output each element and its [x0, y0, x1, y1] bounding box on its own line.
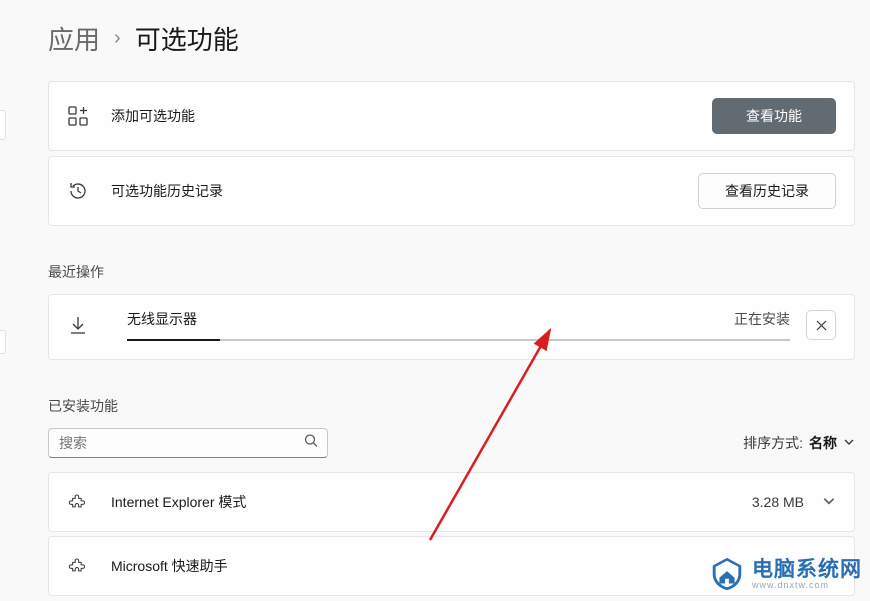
- progress-fill: [127, 339, 220, 341]
- view-features-button[interactable]: 查看功能: [712, 98, 836, 134]
- add-feature-card: 添加可选功能 查看功能: [48, 81, 855, 151]
- cancel-install-button[interactable]: [806, 310, 836, 340]
- grid-add-icon: [67, 105, 89, 127]
- puzzle-icon: [67, 555, 89, 577]
- feature-name: Internet Explorer 模式: [111, 492, 752, 512]
- history-card: 可选功能历史记录 查看历史记录: [48, 156, 855, 226]
- breadcrumb-parent[interactable]: 应用: [48, 20, 100, 57]
- operation-name: 无线显示器: [127, 309, 197, 329]
- breadcrumb: 应用 › 可选功能: [48, 20, 855, 57]
- chevron-right-icon: ›: [114, 27, 121, 50]
- installed-feature-row[interactable]: Internet Explorer 模式 3.28 MB: [48, 472, 855, 532]
- operation-status: 正在安装: [734, 309, 790, 329]
- left-stub-2: [0, 330, 6, 354]
- sort-value: 名称: [809, 433, 837, 453]
- left-stub: [0, 110, 6, 140]
- search-input-wrap: [48, 428, 328, 458]
- puzzle-icon: [67, 491, 89, 513]
- sort-dropdown[interactable]: 排序方式: 名称: [743, 433, 855, 453]
- chevron-down-icon: [822, 494, 836, 511]
- installed-section-title: 已安装功能: [48, 396, 855, 416]
- history-label: 可选功能历史记录: [111, 181, 698, 201]
- chevron-down-icon: [843, 435, 855, 451]
- installed-feature-row[interactable]: Microsoft 快速助手: [48, 536, 855, 596]
- search-input[interactable]: [48, 428, 328, 458]
- feature-size: 3.28 MB: [752, 494, 804, 510]
- download-icon: [67, 314, 89, 336]
- progress-bar: [127, 339, 790, 341]
- recent-operation-card: 无线显示器 正在安装: [48, 294, 855, 360]
- breadcrumb-current: 可选功能: [135, 20, 239, 57]
- feature-name: Microsoft 快速助手: [111, 556, 804, 576]
- view-history-button[interactable]: 查看历史记录: [698, 173, 836, 209]
- history-icon: [67, 180, 89, 202]
- add-feature-label: 添加可选功能: [111, 106, 712, 126]
- sort-label-text: 排序方式:: [743, 433, 803, 453]
- search-icon: [304, 434, 318, 453]
- recent-section-title: 最近操作: [48, 262, 855, 282]
